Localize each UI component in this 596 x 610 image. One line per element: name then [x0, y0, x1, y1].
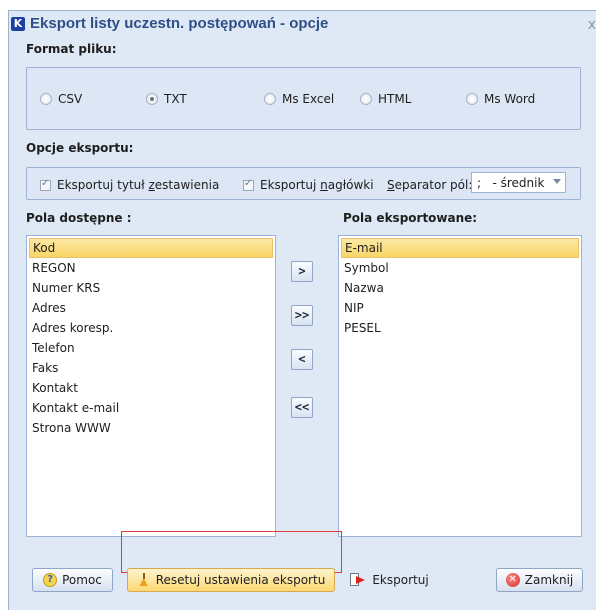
- list-item[interactable]: Numer KRS: [29, 278, 273, 298]
- checkbox-label-part: estawienia: [154, 178, 220, 192]
- list-item[interactable]: Strona WWW: [29, 418, 273, 438]
- export-options-section-label: Opcje eksportu:: [26, 141, 134, 155]
- checkbox-label-part: Eksportuj: [260, 178, 321, 192]
- window-title: Eksport listy uczestn. postępowań - opcj…: [30, 15, 329, 32]
- list-item[interactable]: PESEL: [341, 318, 579, 338]
- checkbox-box[interactable]: [243, 178, 254, 191]
- checkbox-export-title[interactable]: Eksportuj tytuł zestawienia: [40, 178, 219, 192]
- radio-txt[interactable]: TXT: [146, 92, 187, 106]
- accelerator-key: S: [387, 178, 395, 192]
- exported-fields-list[interactable]: E-mail Symbol Nazwa NIP PESEL: [338, 235, 582, 537]
- radio-ms-word[interactable]: Ms Word: [466, 92, 535, 106]
- radio-circle[interactable]: [360, 93, 372, 105]
- radio-ms-excel[interactable]: Ms Excel: [264, 92, 334, 106]
- window-close-button[interactable]: x: [588, 17, 596, 33]
- reset-settings-button[interactable]: Resetuj ustawienia eksportu: [127, 568, 335, 592]
- close-icon: ✕: [505, 573, 520, 587]
- dropdown-arrow-icon[interactable]: [553, 179, 561, 184]
- reset-button-highlight: [121, 531, 342, 573]
- radio-label: CSV: [58, 92, 83, 106]
- separator-label: Separator pól:: [387, 178, 472, 192]
- radio-csv[interactable]: CSV: [40, 92, 82, 106]
- list-item[interactable]: Symbol: [341, 258, 579, 278]
- available-fields-label: Pola dostępne :: [26, 211, 132, 225]
- move-left-button[interactable]: <: [291, 349, 313, 370]
- list-item[interactable]: Kontakt e-mail: [29, 398, 273, 418]
- separator-value: ; - średnik: [477, 175, 545, 190]
- list-item[interactable]: NIP: [341, 298, 579, 318]
- separator-label-text: eparator pól:: [394, 178, 473, 192]
- radio-circle[interactable]: [146, 93, 158, 105]
- separator-select[interactable]: ; - średnik: [471, 172, 566, 193]
- help-button-label: Pomoc: [62, 573, 102, 587]
- export-button-label: Eksportuj: [372, 573, 429, 587]
- checkbox-label: Eksportuj nagłówki: [260, 178, 374, 192]
- export-button[interactable]: Eksportuj: [346, 568, 432, 592]
- reset-button-label: Resetuj ustawienia eksportu: [155, 573, 326, 587]
- checkbox-label: Eksportuj tytuł zestawienia: [57, 178, 219, 192]
- export-options-group: Eksportuj tytuł zestawienia Eksportuj na…: [26, 167, 581, 200]
- list-item[interactable]: Kod: [29, 238, 273, 258]
- checkbox-label-part: Eksportuj tytuł: [57, 178, 149, 192]
- close-button[interactable]: ✕ Zamknij: [496, 568, 583, 592]
- radio-label: HTML: [378, 92, 412, 106]
- export-options-dialog: K Eksport listy uczestn. postępowań - op…: [8, 10, 596, 610]
- radio-label: TXT: [164, 92, 187, 106]
- title-bar: K Eksport listy uczestn. postępowań - op…: [9, 11, 596, 37]
- list-item[interactable]: Kontakt: [29, 378, 273, 398]
- radio-circle[interactable]: [40, 93, 52, 105]
- available-fields-list[interactable]: Kod REGON Numer KRS Adres Adres koresp. …: [26, 235, 276, 537]
- radio-circle[interactable]: [264, 93, 276, 105]
- radio-label: Ms Word: [484, 92, 536, 106]
- export-icon: [349, 573, 367, 587]
- list-item[interactable]: Telefon: [29, 338, 273, 358]
- list-item[interactable]: Adres: [29, 298, 273, 318]
- exported-fields-label: Pola eksportowane:: [343, 211, 478, 225]
- checkbox-box[interactable]: [40, 178, 51, 191]
- accelerator-key: n: [320, 178, 328, 192]
- radio-circle[interactable]: [466, 93, 478, 105]
- checkbox-label-part: agłówki: [327, 178, 374, 192]
- move-all-right-button[interactable]: >>: [291, 305, 313, 326]
- help-icon: ?: [43, 573, 58, 587]
- list-item[interactable]: Faks: [29, 358, 273, 378]
- broom-icon: [137, 573, 151, 587]
- close-button-label: Zamknij: [524, 573, 574, 587]
- checkbox-export-headers[interactable]: Eksportuj nagłówki: [243, 178, 374, 192]
- move-all-left-button[interactable]: <<: [291, 397, 313, 418]
- app-logo-icon: K: [11, 17, 25, 31]
- radio-html[interactable]: HTML: [360, 92, 411, 106]
- format-group: CSV TXT Ms Excel HTML Ms Word: [26, 67, 581, 130]
- format-section-label: Format pliku:: [26, 42, 117, 56]
- list-item[interactable]: Nazwa: [341, 278, 579, 298]
- list-item[interactable]: Adres koresp.: [29, 318, 273, 338]
- radio-label: Ms Excel: [282, 92, 335, 106]
- list-item[interactable]: E-mail: [341, 238, 579, 258]
- move-right-button[interactable]: >: [291, 261, 313, 282]
- help-button[interactable]: ? Pomoc: [32, 568, 113, 592]
- list-item[interactable]: REGON: [29, 258, 273, 278]
